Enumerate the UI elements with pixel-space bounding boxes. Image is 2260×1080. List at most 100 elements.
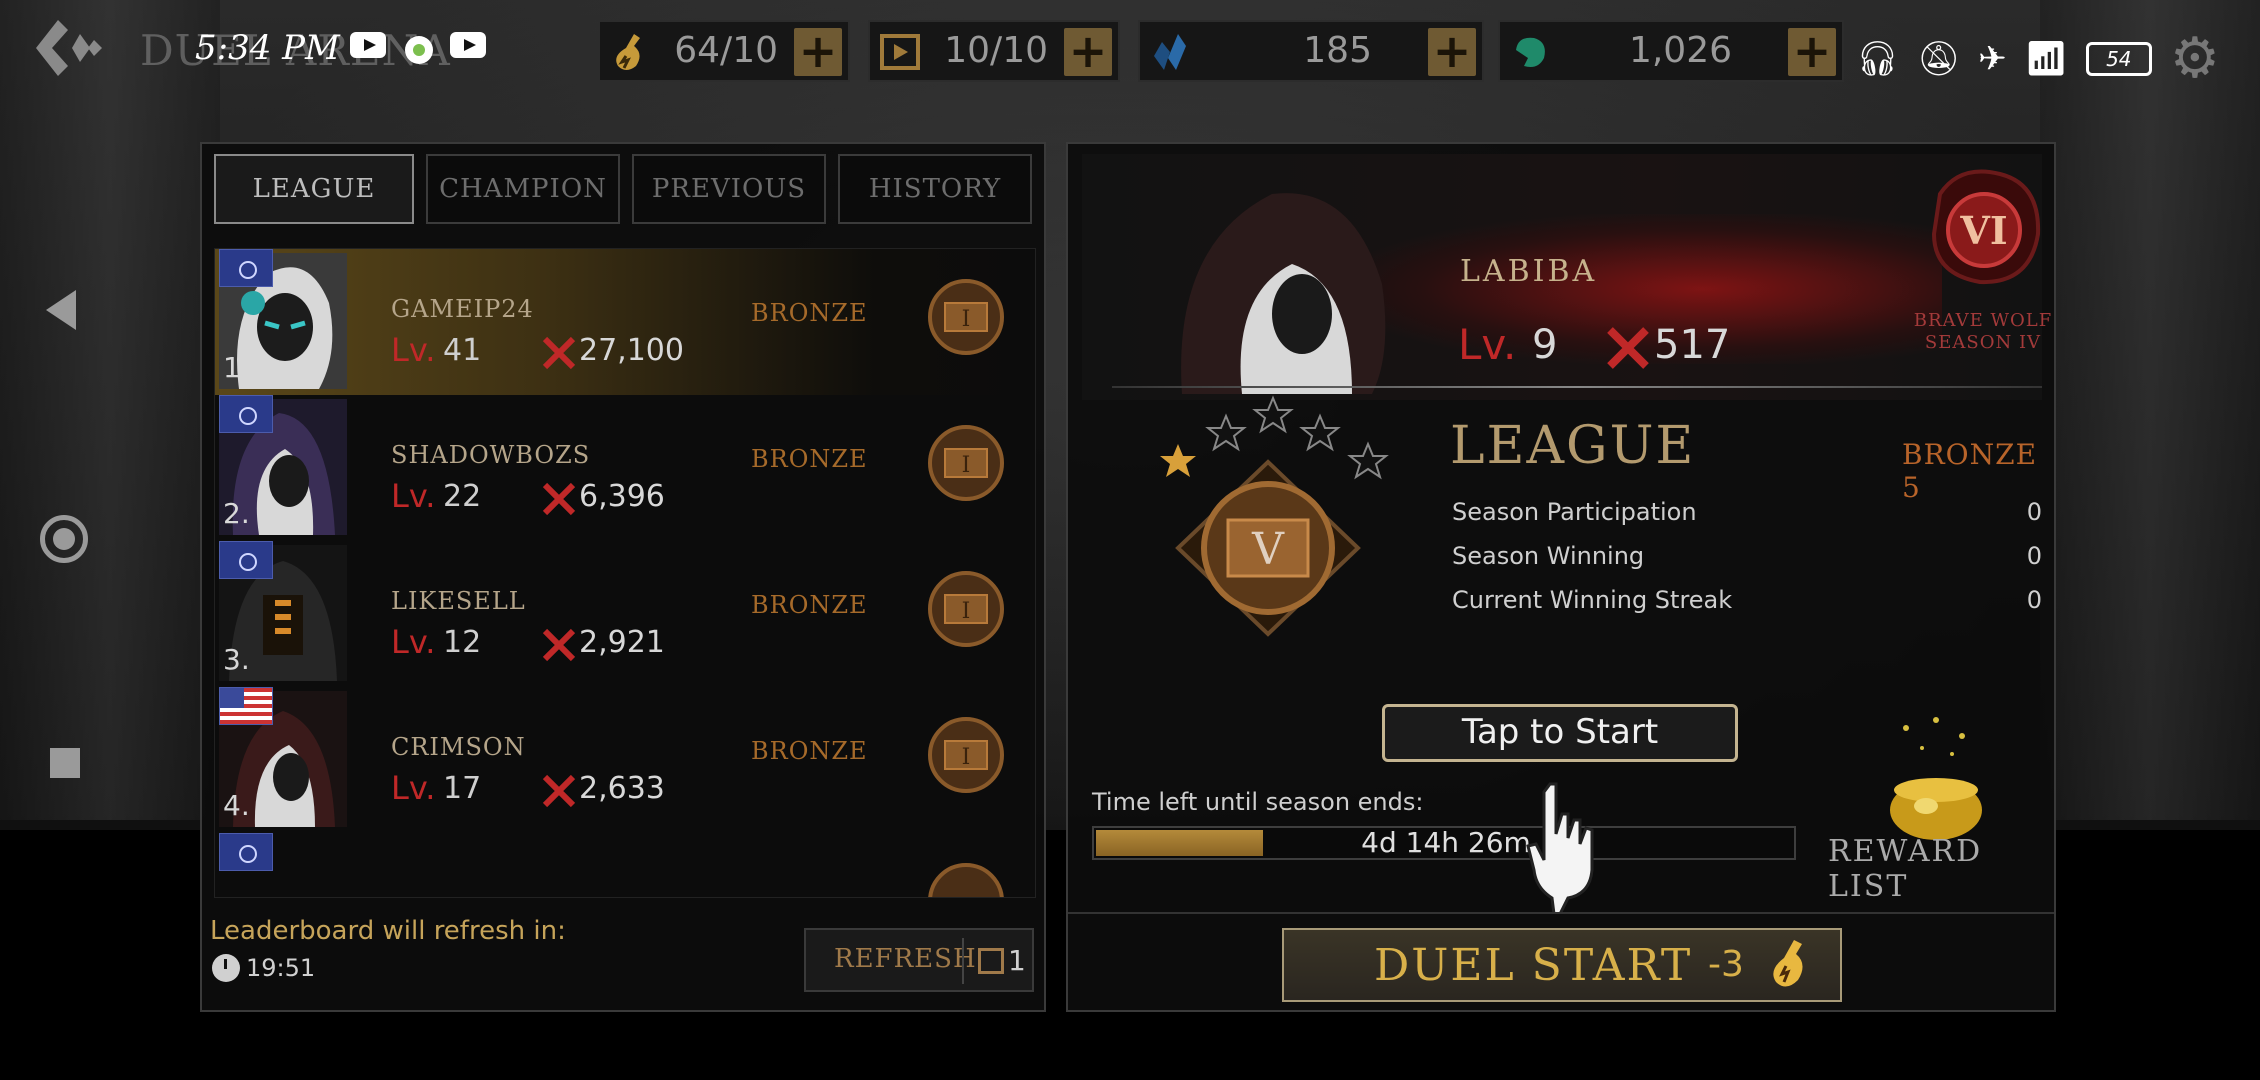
- add-gems-button[interactable]: +: [1788, 28, 1836, 76]
- resource-crystals: 185 +: [1138, 20, 1484, 82]
- bronze-tier-medal-icon: I: [928, 425, 1004, 501]
- tickets-value: 10/10: [944, 30, 1048, 71]
- season-name: BRAVE WOLF SEASON IV: [1908, 310, 2058, 354]
- star-empty-icon: [1299, 413, 1341, 452]
- svg-text:I: I: [962, 307, 971, 332]
- stat-value: 0: [2026, 498, 2042, 526]
- stat-value: 0: [2026, 586, 2042, 614]
- reward-list-button[interactable]: REWARD LIST: [1828, 834, 2054, 904]
- gems-value: 1,026: [1628, 30, 1732, 71]
- bronze-tier-medal-icon: I: [928, 717, 1004, 793]
- league-title: LEAGUE: [1450, 416, 1696, 476]
- tutorial-pointer-hand-icon: [1526, 782, 1594, 914]
- stamina-flask-icon: [1773, 940, 1803, 987]
- level-label: Lv.: [391, 769, 436, 807]
- status-clock: 5:34 PM: [195, 28, 340, 68]
- level-label: Lv.: [391, 477, 436, 515]
- country-flag-global: [219, 833, 273, 871]
- svg-text:I: I: [962, 599, 971, 624]
- headphones-icon: 🎧︎: [1855, 38, 1899, 79]
- stat-label: Season Participation: [1452, 498, 1697, 526]
- player-tier: BRONZE: [751, 445, 868, 473]
- background-pillar: [0, 0, 220, 820]
- level-label: Lv.: [391, 623, 436, 661]
- add-stamina-button[interactable]: +: [794, 28, 842, 76]
- tab-history[interactable]: HISTORY: [838, 154, 1032, 224]
- panel-divider: [1068, 912, 2054, 914]
- reward-chest-icon[interactable]: [1876, 714, 1996, 844]
- settings-gear-icon[interactable]: ⚙: [2170, 26, 2220, 91]
- season-timer-value: 4d 14h 26m: [1361, 826, 1531, 859]
- tab-champion[interactable]: CHAMPION: [426, 154, 620, 224]
- game-logo-icon[interactable]: [28, 14, 112, 84]
- bronze-tier-medal-icon: I: [928, 571, 1004, 647]
- svg-text:I: I: [962, 745, 971, 770]
- leaderboard-row[interactable]: 2. SHADOWBOZS Lv. 22 6,396 BRONZE I: [215, 395, 1035, 541]
- duel-start-label: DUEL START: [1374, 940, 1693, 991]
- back-icon[interactable]: [46, 290, 76, 330]
- league-tier-medal-icon: V: [1175, 459, 1361, 637]
- add-tickets-button[interactable]: +: [1064, 28, 1112, 76]
- season-timer-label: Time left until season ends:: [1092, 788, 1424, 816]
- resource-tickets: 10/10 +: [868, 20, 1120, 82]
- crossed-swords-icon: [1607, 327, 1649, 369]
- rank-number: 1.: [223, 351, 250, 384]
- tab-previous[interactable]: PREVIOUS: [632, 154, 826, 224]
- add-crystals-button[interactable]: +: [1428, 28, 1476, 76]
- home-icon[interactable]: [40, 515, 88, 563]
- crossed-swords-icon: [542, 774, 576, 808]
- season-name-line2: SEASON IV: [1924, 332, 2042, 353]
- leaderboard-tabs: LEAGUE CHAMPION PREVIOUS HISTORY: [214, 154, 1032, 224]
- rank-number: 2.: [223, 497, 250, 530]
- leaderboard-row[interactable]: 1. GAMEIP24 Lv. 41 27,100 BRONZE I: [215, 249, 1035, 395]
- divider: [962, 938, 964, 984]
- stat-label: Season Winning: [1452, 542, 1645, 570]
- country-flag-global: [219, 249, 273, 287]
- svg-text:I: I: [962, 453, 971, 478]
- player-name: CRIMSON: [391, 733, 526, 761]
- leaderboard-row[interactable]: 3. LIKESELL Lv. 12 2,921 BRONZE I: [215, 541, 1035, 687]
- player-banner: LABIBA Lv. 9 517 VI BRAVE WOLF SEASON IV: [1082, 154, 2051, 400]
- player-tier: BRONZE: [751, 737, 868, 765]
- green-gem-icon: [1516, 37, 1545, 67]
- tab-league[interactable]: LEAGUE: [214, 154, 414, 224]
- player-score: 2,921: [579, 625, 665, 660]
- stat-value: 0: [2026, 542, 2042, 570]
- leaderboard-row[interactable]: [215, 833, 1035, 897]
- country-flag-global: [219, 541, 273, 579]
- star-empty-icon: [1252, 395, 1294, 434]
- tap-to-start-button[interactable]: Tap to Start: [1382, 704, 1738, 762]
- player-tier: BRONZE: [751, 591, 868, 619]
- player-name: GAMEIP24: [391, 295, 534, 323]
- blue-crystal-icon: [1154, 34, 1186, 70]
- crystals-value: 185: [1303, 30, 1372, 71]
- youtube-notification-icon: [450, 32, 486, 58]
- season-medal-icon[interactable]: VI: [1920, 164, 2050, 294]
- clock-icon: [212, 954, 240, 982]
- player-panel: LABIBA Lv. 9 517 VI BRAVE WOLF SEASON IV: [1066, 142, 2056, 1012]
- duel-start-button[interactable]: DUEL START -3: [1282, 928, 1842, 1002]
- player-score: 27,100: [579, 333, 684, 368]
- top-bar: DUEL ARENA 5:34 PM 64/10 + 10/10 + 185 +…: [0, 0, 2260, 100]
- ticket-icon: [978, 948, 1004, 974]
- background-pillar: [2040, 0, 2260, 820]
- player-level: 17: [443, 771, 482, 806]
- rank-number: 3.: [223, 643, 250, 676]
- stamina-flask-icon: [616, 34, 640, 70]
- player-name: LIKESELL: [391, 587, 526, 615]
- notifications-muted-icon: 🔕︎: [1916, 38, 1961, 79]
- leaderboard-row[interactable]: 4. CRIMSON Lv. 17 2,633 BRONZE I: [215, 687, 1035, 833]
- refresh-button[interactable]: REFRESH 1: [804, 928, 1034, 992]
- crossed-swords-icon: [542, 336, 576, 370]
- crossed-swords-icon: [542, 482, 576, 516]
- recent-apps-icon[interactable]: [50, 748, 80, 778]
- leaderboard-list[interactable]: 1. GAMEIP24 Lv. 41 27,100 BRONZE I 2. SH…: [214, 248, 1036, 898]
- level-label: Lv.: [391, 331, 436, 369]
- season-medal-numeral: VI: [1959, 208, 2007, 253]
- country-flag-us: [219, 687, 273, 725]
- bronze-tier-medal-icon: I: [928, 279, 1004, 355]
- rank-number: 4.: [223, 789, 250, 822]
- youtube-notification-icon: [350, 32, 386, 58]
- season-name-line1: BRAVE WOLF: [1913, 310, 2053, 331]
- season-progress-bar: 4d 14h 26m: [1092, 826, 1796, 860]
